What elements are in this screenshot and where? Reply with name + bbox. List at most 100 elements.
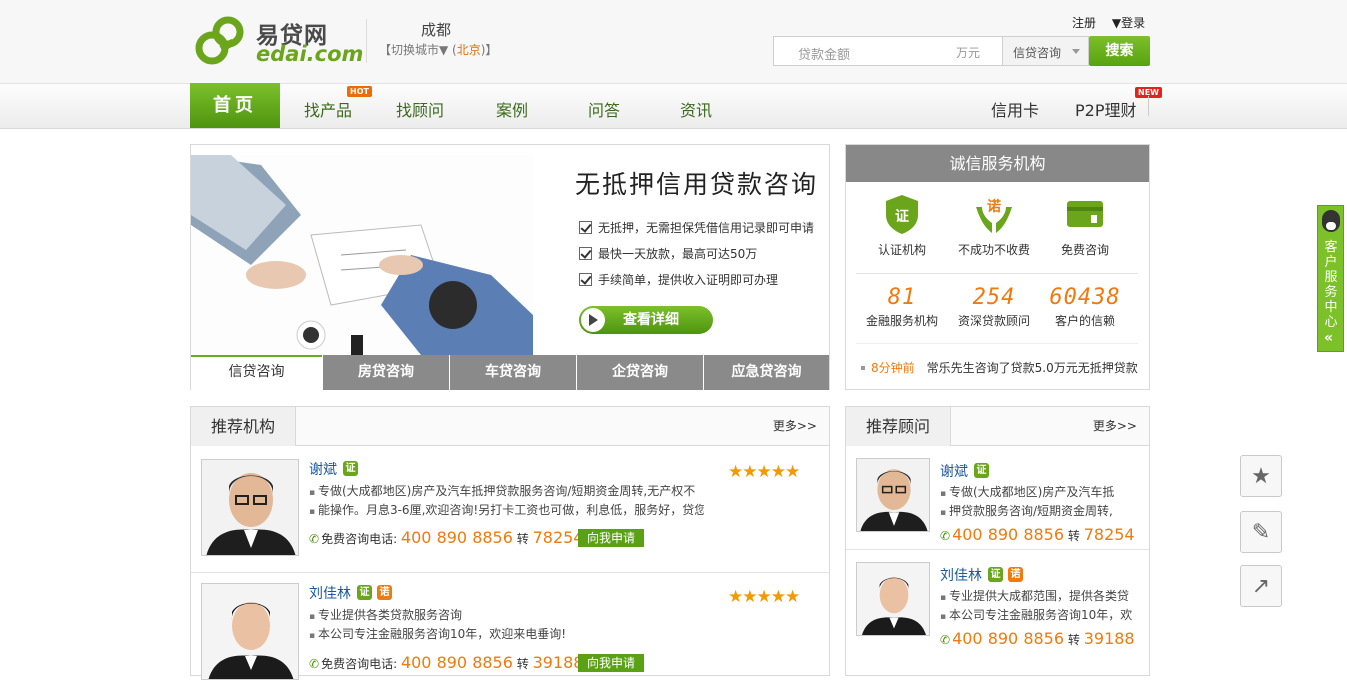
phone-ext: 39188 [1083,629,1135,648]
qq-penguin-icon [1322,210,1340,232]
ext-label: 转 [516,532,529,546]
stat-label: 金融服务机构 [865,314,938,328]
phone-icon: ✆ [940,633,951,647]
advisor-phone: ✆ 400 890 8856 转 39188 [940,629,1135,648]
category-select-value: 信贷咨询 [1013,46,1062,60]
recommended-advisors-panel: 推荐顾问 更多>> 谢斌 证 专做(大成都地区)房产及汽车抵 押贷款服务咨询/短… [845,406,1150,676]
double-chevron-left-icon: « [1324,330,1334,346]
nav-news[interactable]: 资讯 [680,97,712,121]
nav-cases[interactable]: 案例 [496,97,528,121]
advisor-card: 刘佳林 证 诺 专业提供大成都范围，提供各类贷 本公司专注金融服务咨询10年，欢… [846,551,1149,661]
share-button[interactable]: ↗ [1240,565,1282,607]
edit-button[interactable]: ✎ [1240,511,1282,553]
org-card: 刘佳林 证 诺 ★★★★★ 专业提供各类贷款服务咨询 本公司专注金融服务咨询10… [191,573,829,699]
desc-line: 专做(大成都地区)房产及汽车抵押贷款服务咨询/短期资金周转,无产权不 [309,483,704,502]
feature-free-consult[interactable]: 免费咨询 [1040,193,1130,258]
org-phone: ✆ 免费咨询电话: 400 890 8856 转 39188 [309,653,583,672]
stat-advisors: 254 资深贷款顾问 [949,285,1039,329]
desc-line: 能操作。月息3-6厘,欢迎咨询!另打卡工资也可做，利息低，服务好，贷您 [309,502,704,521]
trust-divider [856,343,1138,344]
search-bar: 贷款金额 万元 信贷咨询 搜索 [773,36,1150,66]
trust-divider [856,273,1138,274]
nav-find-advisor[interactable]: 找顾问 [396,97,444,121]
site-logo[interactable]: 易贷网 edai.com [192,14,363,68]
news-time: 8分钟前 [871,361,915,375]
org-card: 谢斌 证 ★★★★★ 专做(大成都地区)房产及汽车抵押贷款服务咨询/短期资金周转… [191,447,829,573]
shield-icon: 证 [886,195,918,234]
tab-car-loan-consult[interactable]: 车贷咨询 [449,355,576,390]
city-switch-suffix: )】 [480,43,498,57]
advisor-card: 谢斌 证 专做(大成都地区)房产及汽车抵 押贷款服务咨询/短期资金周转, ✆40… [846,447,1149,550]
banner-bullet: 无抵押，无需担保凭借信用记录即可申请 [579,219,814,236]
advisor-name[interactable]: 谢斌 [940,461,968,481]
feature-certified[interactable]: 证 认证机构 [857,193,947,258]
desc-line: 专做(大成都地区)房产及汽车抵 [940,484,1140,503]
feature-no-success-no-fee[interactable]: 诺 不成功不收费 [949,193,1039,258]
banner-bullet-text: 手续简单，提供收入证明即可办理 [598,273,779,287]
view-detail-button[interactable]: 查看详细 [579,306,713,334]
banner-illustration [191,155,533,355]
register-link[interactable]: 注册 [1072,16,1096,30]
phone-number: 400 890 8856 [952,525,1065,544]
avatar[interactable] [856,458,930,532]
avatar[interactable] [201,583,299,680]
stat-label: 资深贷款顾问 [957,314,1030,328]
more-link[interactable]: 更多>> [773,417,817,434]
avatar-photo [202,584,298,679]
tab-credit-consult[interactable]: 信贷咨询 [191,355,322,390]
view-detail-label: 查看详细 [623,312,679,328]
org-name[interactable]: 刘佳林 [309,583,351,603]
banner-tabs: 信贷咨询 房贷咨询 车贷咨询 企贷咨询 应急贷咨询 [191,355,829,390]
rating-stars: ★★★★★ [728,587,800,607]
tab-business-loan-consult[interactable]: 企贷咨询 [576,355,703,390]
share-icon: ↗ [1251,574,1271,599]
apply-button[interactable]: 向我申请 [578,654,644,672]
trust-panel-title: 诚信服务机构 [846,145,1149,182]
apply-button[interactable]: 向我申请 [578,529,644,547]
favorite-button[interactable]: ★ [1240,455,1282,497]
more-link[interactable]: 更多>> [1093,417,1137,434]
org-name[interactable]: 谢斌 [309,459,337,479]
stat-institutions: 81 金融服务机构 [857,285,947,329]
news-ticker[interactable]: 8分钟前 常乐先生咨询了贷款5.0万元无抵押贷款 [861,359,1138,376]
nav-p2p[interactable]: P2P理财 [1075,97,1136,121]
city-link-beijing[interactable]: 北京 [457,43,481,57]
star-icon: ★ [1251,464,1271,489]
category-select[interactable]: 信贷咨询 [1003,36,1089,66]
phone-icon: ✆ [309,532,320,546]
logo-text-en: edai.com [256,42,364,66]
loan-amount-input[interactable]: 贷款金额 万元 [773,36,1003,66]
phone-ext: 78254 [1083,525,1135,544]
city-switch[interactable]: 【切换城市▼ (北京)】 [379,41,497,58]
org-description: 专做(大成都地区)房产及汽车抵押贷款服务咨询/短期资金周转,无产权不 能操作。月… [309,483,704,521]
nav-find-product[interactable]: 找产品 [304,97,352,121]
org-description: 专业提供各类贷款服务咨询 本公司专注金融服务咨询10年，欢迎来电垂询! [309,607,704,645]
advisor-name[interactable]: 刘佳林 [940,565,982,585]
stat-number: 60438 [1049,285,1121,310]
customer-service-label: 客户服务中心 [1324,240,1338,330]
stat-number: 254 [972,285,1016,310]
news-text: 常乐先生咨询了贷款5.0万元无抵押贷款 [926,361,1138,375]
tab-mortgage-consult[interactable]: 房贷咨询 [322,355,449,390]
phone-label: 免费咨询电话: [321,532,398,546]
avatar-photo [857,459,929,531]
avatar[interactable] [856,562,930,636]
nav-home[interactable]: 首页 [190,83,280,128]
loan-amount-unit: 万元 [956,46,981,60]
banner-headline: 无抵押信用贷款咨询 [575,170,819,199]
avatar[interactable] [201,459,299,556]
stat-number: 81 [887,285,917,310]
nav-credit-card[interactable]: 信用卡 [991,97,1039,121]
tab-emergency-loan-consult[interactable]: 应急贷咨询 [703,355,829,390]
desc-line: 专业提供各类贷款服务咨询 [309,607,704,626]
certified-badge-icon: 证 [974,463,989,478]
login-link[interactable]: ▼登录 [1112,16,1145,30]
certified-badge-icon: 证 [988,567,1003,582]
feature-free-consult-label: 免费咨询 [1060,243,1109,257]
phone-card-icon [1067,201,1103,227]
customer-service-tab[interactable]: 客户服务中心 « [1317,205,1344,352]
desc-line: 专业提供大成都范围，提供各类贷 [940,588,1140,607]
nav-qa[interactable]: 问答 [588,97,620,121]
search-button[interactable]: 搜索 [1089,36,1150,66]
ext-label: 转 [1067,633,1080,647]
